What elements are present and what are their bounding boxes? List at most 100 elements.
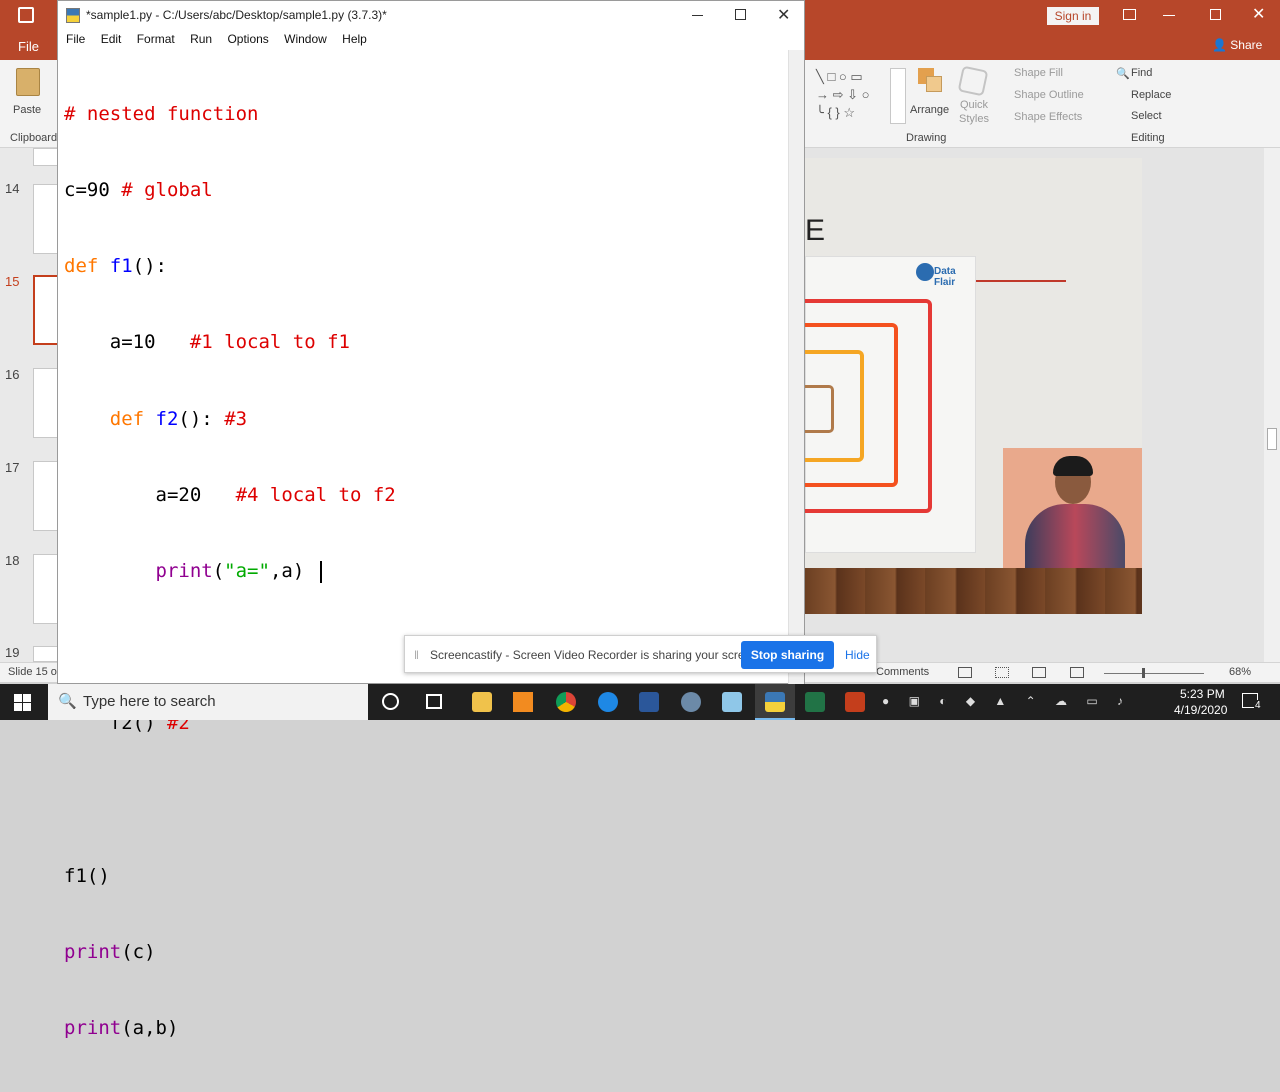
code-builtin: print [155, 560, 213, 583]
stop-sharing-button[interactable]: Stop sharing [741, 641, 834, 669]
python-file-icon [66, 8, 80, 23]
normal-view-icon[interactable] [958, 667, 972, 678]
select-button[interactable]: Select [1131, 110, 1162, 122]
menu-options[interactable]: Options [227, 32, 268, 46]
slide-thumbnail[interactable] [33, 148, 59, 166]
replace-button[interactable]: Replace [1131, 89, 1171, 101]
quick-styles-button[interactable]: Quick Styles [954, 65, 994, 130]
shapes-gallery-icon[interactable]: ╲ □ ○ ▭ → ⇨ ⇩ ○ ╰ { } ☆ [816, 68, 888, 124]
minimize-icon[interactable] [1163, 15, 1175, 16]
menu-help[interactable]: Help [342, 32, 367, 46]
file-explorer-icon[interactable] [472, 692, 492, 712]
code-text: (c) [121, 941, 156, 964]
close-icon[interactable]: ✕ [777, 5, 790, 25]
maximize-icon[interactable] [735, 9, 746, 20]
tray-icons[interactable]: ● ▣ ◐ ◆ ▲ ⌃ ☁ ▭ ♪ [882, 694, 1131, 708]
minimize-icon[interactable] [692, 15, 703, 16]
slide-thumbnail[interactable] [33, 368, 59, 438]
code-line: c=90 # global [64, 178, 794, 203]
code-line: f1() [64, 864, 794, 889]
clock-date[interactable]: 4/19/2020 [1174, 703, 1227, 717]
share-label: Share [1230, 38, 1263, 52]
windows-start-icon[interactable] [14, 694, 31, 711]
shape-effects-button[interactable]: Shape Effects [1014, 111, 1082, 123]
hide-button[interactable]: Hide [845, 648, 870, 662]
share-button[interactable]: 👤 Share [1212, 38, 1262, 52]
notification-count: 4 [1254, 700, 1262, 711]
signin-button[interactable]: Sign in [1047, 7, 1099, 25]
vlc-icon[interactable] [513, 692, 533, 712]
save-icon[interactable] [18, 7, 34, 23]
slide-title-fragment: E [805, 214, 826, 247]
sorter-view-icon[interactable] [995, 667, 1009, 678]
menu-run[interactable]: Run [190, 32, 212, 46]
code-comment: #4 local to f2 [235, 483, 396, 506]
ribbon-display-icon[interactable] [1123, 9, 1136, 20]
restore-icon[interactable] [1210, 9, 1221, 20]
paste-button[interactable]: Paste [10, 66, 46, 126]
scroll-thumb[interactable] [1267, 428, 1277, 450]
vertical-scrollbar[interactable] [1264, 148, 1280, 662]
slide-number: 16 [5, 367, 20, 382]
menu-file[interactable]: File [66, 32, 85, 46]
clipboard-icon [16, 68, 40, 96]
taskbar-search-box[interactable]: 🔍 Type here to search [48, 684, 368, 720]
settings-app-icon[interactable] [681, 692, 701, 712]
python-idle-icon[interactable] [765, 692, 785, 712]
powerpoint-icon[interactable] [845, 692, 865, 712]
task-view-icon[interactable] [426, 694, 442, 709]
slide-number: 19 [5, 645, 20, 660]
code-line: a=20 #4 local to f2 [64, 483, 794, 508]
person-icon: 👤 [1212, 38, 1227, 52]
slide-thumbnail-selected[interactable] [33, 275, 59, 345]
menu-edit[interactable]: Edit [101, 32, 122, 46]
slide-thumbnail[interactable] [33, 646, 59, 662]
code-line: # nested function [64, 102, 794, 127]
comments-button[interactable]: Comments [876, 666, 929, 678]
quick-styles-icon [957, 65, 989, 97]
search-placeholder: Type here to search [83, 693, 216, 710]
word-icon[interactable] [639, 692, 659, 712]
chrome-icon[interactable] [556, 692, 576, 712]
slide-number: 17 [5, 460, 20, 475]
find-button[interactable]: Find [1131, 67, 1152, 79]
zoom-slider-thumb[interactable] [1142, 668, 1145, 678]
code-editor[interactable]: # nested function c=90 # global def f1()… [64, 51, 794, 1092]
excel-icon[interactable] [805, 692, 825, 712]
arrange-button[interactable]: Arrange [910, 66, 954, 126]
zoom-level[interactable]: 68% [1229, 666, 1251, 678]
team-viewer-icon[interactable] [598, 692, 618, 712]
close-icon[interactable]: ✕ [1252, 4, 1265, 24]
zoom-slider[interactable] [1104, 673, 1204, 674]
slide-thumbnail[interactable] [33, 554, 59, 624]
cortana-icon[interactable] [382, 693, 399, 710]
code-keyword: def [109, 407, 145, 430]
clipboard-group-label: Clipboard [10, 132, 58, 144]
menu-window[interactable]: Window [284, 32, 327, 46]
slide[interactable]: E Data Flair [802, 158, 1142, 614]
file-tab[interactable]: File [18, 39, 39, 54]
menu-format[interactable]: Format [137, 32, 175, 46]
data-flair-logo-text: Data Flair [934, 266, 956, 288]
shape-fill-button[interactable]: Shape Fill [1014, 67, 1063, 79]
code-line: def f2(): #3 [64, 407, 794, 432]
slide-thumbnail[interactable] [33, 461, 59, 531]
screencastify-sharing-bar: ‖ Screencastify - Screen Video Recorder … [404, 635, 877, 673]
editor-scrollbar[interactable] [788, 50, 804, 684]
search-icon: 🔍 [1116, 68, 1130, 80]
code-text: a=20 [64, 483, 236, 506]
notepad-icon[interactable] [722, 692, 742, 712]
slide-thumbnail[interactable] [33, 184, 59, 254]
slide-number: 18 [5, 553, 20, 568]
slide-thumbnail-pane: 14 15 16 17 18 19 [0, 148, 59, 662]
shape-outline-button[interactable]: Shape Outline [1014, 89, 1084, 101]
presenter-body [1025, 504, 1125, 568]
clock-time[interactable]: 5:23 PM [1180, 687, 1225, 701]
code-text: (): [178, 407, 225, 430]
shapes-gallery-scroll[interactable] [890, 68, 906, 124]
drag-handle-icon[interactable]: ‖ [414, 648, 419, 662]
slideshow-view-icon[interactable] [1070, 667, 1084, 678]
reading-view-icon[interactable] [1032, 667, 1046, 678]
